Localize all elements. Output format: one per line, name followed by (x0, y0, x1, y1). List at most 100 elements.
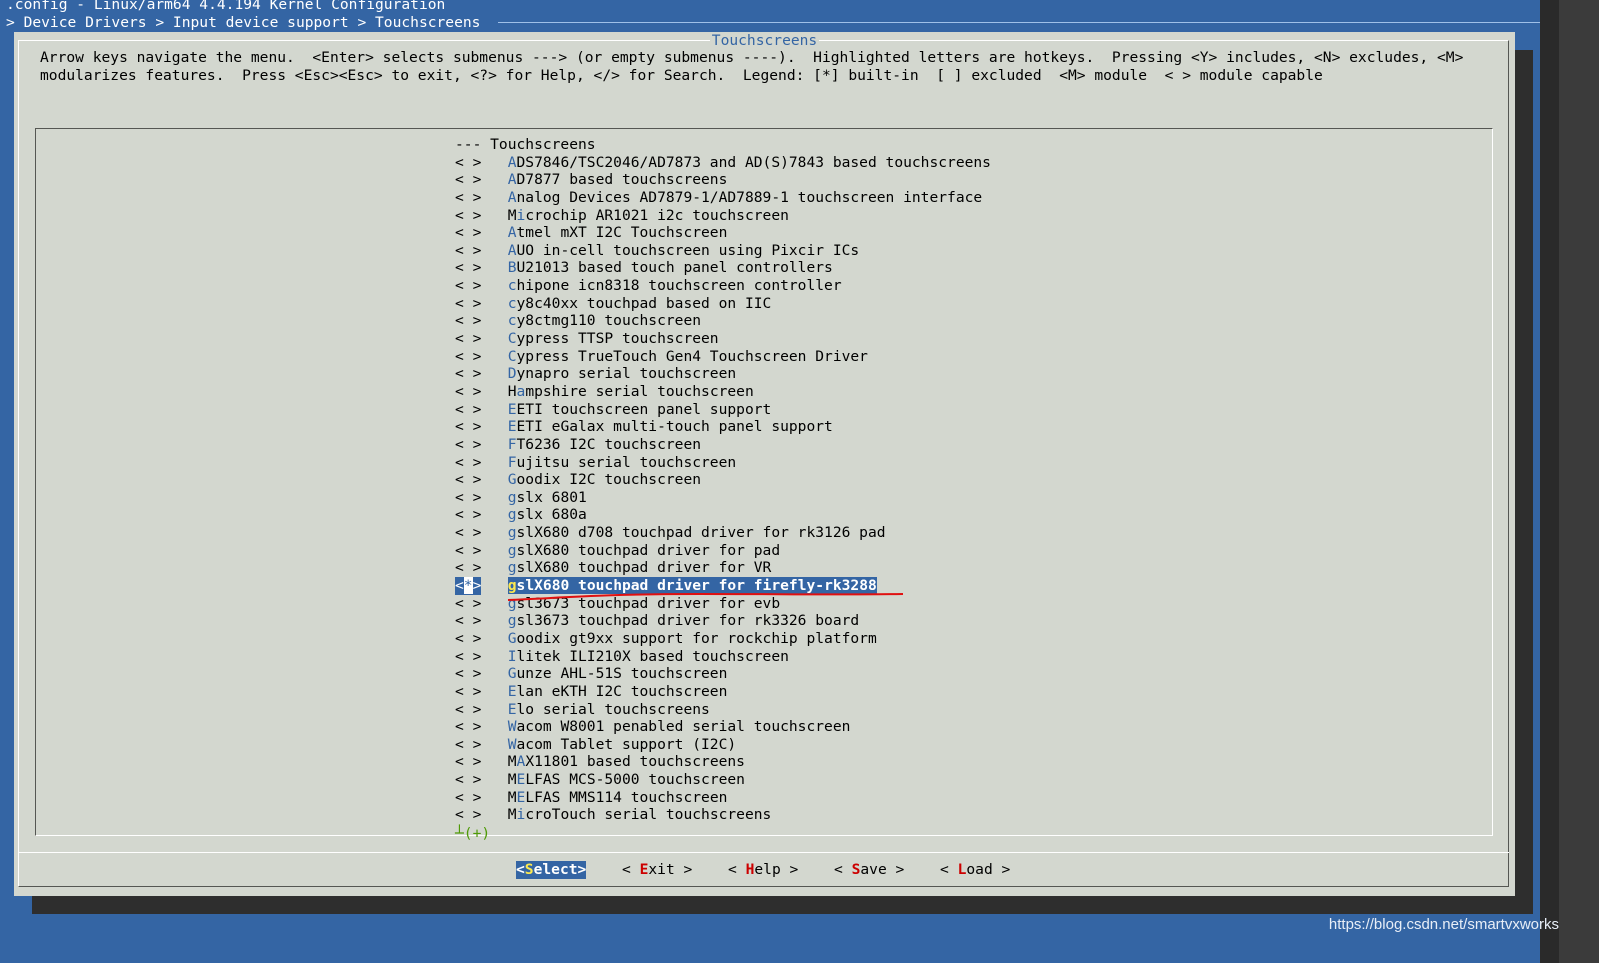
item-state-bracket[interactable]: < > (455, 277, 481, 295)
menu-item[interactable]: < > Goodix gt9xx support for rockchip pl… (455, 630, 991, 648)
menu-item[interactable]: < > MAX11801 based touchscreens (455, 753, 991, 771)
menu-item[interactable]: < > MicroTouch serial touchscreens (455, 806, 991, 824)
menu-item[interactable]: < > Wacom W8001 penabled serial touchscr… (455, 718, 991, 736)
item-state-bracket[interactable]: < > (455, 312, 481, 330)
menu-item[interactable]: < > Ilitek ILI210X based touchscreen (455, 648, 991, 666)
item-state-bracket[interactable]: < > (455, 753, 481, 771)
load-button[interactable]: < Load > (940, 861, 1010, 879)
menu-item[interactable]: < > BU21013 based touch panel controller… (455, 259, 991, 277)
item-label: Analog Devices AD7879-1/AD7889-1 touchsc… (508, 189, 982, 206)
item-state-bracket[interactable]: < > (455, 383, 481, 401)
menu-item[interactable]: < > EETI touchscreen panel support (455, 401, 991, 419)
item-state-bracket[interactable]: < > (455, 171, 481, 189)
menu-item[interactable]: < > gslx 6801 (455, 489, 991, 507)
menu-item[interactable]: < > FT6236 I2C touchscreen (455, 436, 991, 454)
exit-button[interactable]: < Exit > (622, 861, 692, 879)
item-state-bracket[interactable]: < > (455, 242, 481, 260)
save-button[interactable]: < Save > (834, 861, 904, 879)
item-state-bracket[interactable]: < > (455, 665, 481, 683)
button-prefix: < (516, 861, 525, 878)
item-label: Microchip AR1021 i2c touchscreen (508, 207, 789, 224)
menu-item[interactable]: < > Atmel mXT I2C Touchscreen (455, 224, 991, 242)
item-hotkey: A (507, 224, 517, 242)
menu-item[interactable]: < > Cypress TTSP touchscreen (455, 330, 991, 348)
menu-item[interactable]: < > MELFAS MCS-5000 touchscreen (455, 771, 991, 789)
item-state-bracket[interactable]: < > (455, 506, 481, 524)
item-state-bracket[interactable]: < > (455, 330, 481, 348)
menu-item[interactable]: < > Goodix I2C touchscreen (455, 471, 991, 489)
item-state-bracket[interactable]: < > (455, 648, 481, 666)
menu-item[interactable]: < > gsl3673 touchpad driver for rk3326 b… (455, 612, 991, 630)
item-state-bracket[interactable]: < > (455, 701, 481, 719)
item-label-rest: tmel mXT I2C Touchscreen (516, 224, 728, 242)
menu-item[interactable]: < > gslX680 d708 touchpad driver for rk3… (455, 524, 991, 542)
item-state-bracket[interactable]: < > (455, 718, 481, 736)
item-state-bracket[interactable]: < > (455, 736, 481, 754)
item-state-bracket[interactable]: < > (455, 771, 481, 789)
menu-item[interactable]: < > Hampshire serial touchscreen (455, 383, 991, 401)
item-state-bracket[interactable]: < > (455, 683, 481, 701)
button-label-rest: oad > (966, 861, 1011, 878)
item-label-rest: lan eKTH I2C touchscreen (516, 682, 728, 700)
menu-item[interactable]: < > Microchip AR1021 i2c touchscreen (455, 207, 991, 225)
item-state-bracket[interactable]: < > (455, 224, 481, 242)
menu-item[interactable]: < > gslX680 touchpad driver for pad (455, 542, 991, 560)
menu-item[interactable]: < > gsl3673 touchpad driver for evb (455, 595, 991, 613)
menu-item[interactable]: < > gslX680 touchpad driver for VR (455, 559, 991, 577)
select-button[interactable]: <Select> (516, 861, 587, 879)
menu-item[interactable]: < > EETI eGalax multi-touch panel suppor… (455, 418, 991, 436)
menu-item[interactable]: < > AUO in-cell touchscreen using Pixcir… (455, 242, 991, 260)
menu-item[interactable]: < > Gunze AHL-51S touchscreen (455, 665, 991, 683)
item-state-bracket[interactable]: < > (455, 207, 481, 225)
item-state-bracket[interactable]: < > (455, 806, 481, 824)
menu-item[interactable]: < > Elan eKTH I2C touchscreen (455, 683, 991, 701)
help-button[interactable]: < Help > (728, 861, 798, 879)
menu-item[interactable]: < > Wacom Tablet support (I2C) (455, 736, 991, 754)
menu-item[interactable]: < > gslx 680a (455, 506, 991, 524)
item-label: BU21013 based touch panel controllers (508, 259, 833, 276)
item-state-bracket[interactable]: < > (455, 559, 481, 577)
item-hotkey: E (507, 400, 517, 418)
menu-item[interactable]: < > Dynapro serial touchscreen (455, 365, 991, 383)
help-text-line-1: Arrow keys navigate the menu. <Enter> se… (40, 49, 1464, 66)
item-state-bracket[interactable]: < > (455, 365, 481, 383)
item-state-bracket[interactable]: < > (455, 789, 481, 807)
item-state-bracket[interactable]: < > (455, 454, 481, 472)
item-state-bracket[interactable]: < > (455, 471, 481, 489)
item-state-bracket[interactable]: < > (455, 154, 481, 172)
item-state-bracket[interactable]: < > (455, 489, 481, 507)
item-state-bracket[interactable]: < > (455, 189, 481, 207)
item-state-bracket[interactable]: < > (455, 595, 481, 613)
item-state-bracket[interactable]: < > (455, 612, 481, 630)
item-state-bracket[interactable]: < > (455, 259, 481, 277)
item-state-bracket[interactable]: <*> (455, 577, 482, 595)
item-hotkey: c (507, 294, 517, 312)
item-label: gsl3673 touchpad driver for evb (508, 595, 780, 612)
menu-item[interactable]: < > Cypress TrueTouch Gen4 Touchscreen D… (455, 348, 991, 366)
menu-item[interactable]: < > AD7877 based touchscreens (455, 171, 991, 189)
menu-item[interactable]: < > ADS7846/TSC2046/AD7873 and AD(S)7843… (455, 154, 991, 172)
desktop-edge (1540, 0, 1559, 963)
item-state-bracket[interactable]: < > (455, 524, 481, 542)
menu-item[interactable]: < > cy8ctmg110 touchscreen (455, 312, 991, 330)
menu-item[interactable]: < > MELFAS MMS114 touchscreen (455, 789, 991, 807)
menu-item-selected[interactable]: <*> gslX680 touchpad driver for firefly-… (455, 577, 991, 595)
menu-item[interactable]: < > Analog Devices AD7879-1/AD7889-1 tou… (455, 189, 991, 207)
menu-item[interactable]: < > Elo serial touchscreens (455, 701, 991, 719)
item-label-rest: nalog Devices AD7879-1/AD7889-1 touchscr… (516, 188, 983, 206)
item-state-bracket[interactable]: < > (455, 348, 481, 366)
item-hotkey: E (516, 771, 526, 789)
menu-item[interactable]: < > Fujitsu serial touchscreen (455, 454, 991, 472)
item-state-bracket[interactable]: < > (455, 401, 481, 419)
item-state-bracket[interactable]: < > (455, 436, 481, 454)
menu-list[interactable]: --- Touchscreens < > ADS7846/TSC2046/AD7… (455, 136, 991, 824)
menu-item[interactable]: < > chipone icn8318 touchscreen controll… (455, 277, 991, 295)
item-hotkey: E (507, 682, 517, 700)
item-state-bracket[interactable]: < > (455, 295, 481, 313)
item-state-bracket[interactable]: < > (455, 542, 481, 560)
item-state-bracket[interactable]: < > (455, 630, 481, 648)
menu-item[interactable]: < > cy8c40xx touchpad based on IIC (455, 295, 991, 313)
item-state-bracket[interactable]: < > (455, 418, 481, 436)
item-label-rest: U21013 based touch panel controllers (516, 259, 833, 277)
item-label-rest: D7877 based touchscreens (516, 171, 728, 189)
